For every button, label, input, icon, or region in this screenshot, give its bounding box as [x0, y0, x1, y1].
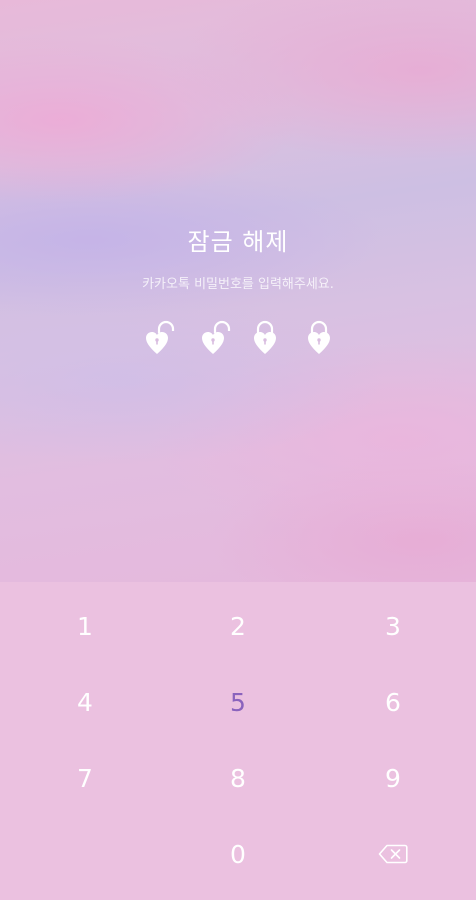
number-keypad: 1 2 3 4 5 6 7 8 9 0 [0, 582, 476, 900]
instruction-text: 카카오톡 비밀번호를 입력해주세요. [142, 277, 334, 292]
pin-lock-closed-icon [251, 320, 279, 356]
key-0[interactable]: 0 [178, 824, 298, 884]
backspace-button[interactable] [333, 824, 453, 884]
pin-indicator [0, 320, 476, 360]
lock-wallpaper: 잠금 해제 카카오톡 비밀번호를 입력해주세요. [0, 0, 476, 582]
key-3[interactable]: 3 [333, 596, 453, 656]
key-1[interactable]: 1 [25, 596, 145, 656]
key-2[interactable]: 2 [178, 596, 298, 656]
key-4[interactable]: 4 [25, 672, 145, 732]
key-8[interactable]: 8 [178, 748, 298, 808]
key-6[interactable]: 6 [333, 672, 453, 732]
pin-lock-closed-icon [305, 320, 333, 356]
lock-screen: 잠금 해제 카카오톡 비밀번호를 입력해주세요. 1 2 3 4 5 6 7 8… [0, 0, 476, 900]
backspace-icon [378, 844, 408, 864]
pin-lock-open-icon [143, 320, 175, 356]
key-5[interactable]: 5 [178, 672, 298, 732]
key-9[interactable]: 9 [333, 748, 453, 808]
page-title: 잠금 해제 [187, 228, 289, 256]
key-7[interactable]: 7 [25, 748, 145, 808]
pin-lock-open-icon [199, 320, 231, 356]
